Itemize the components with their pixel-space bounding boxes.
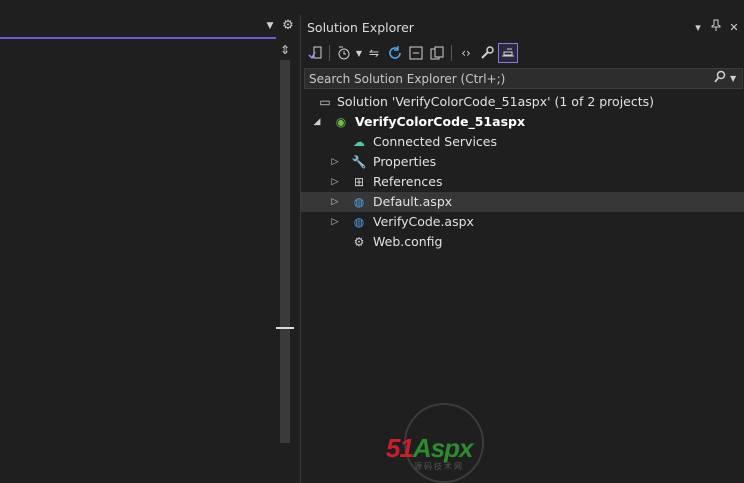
tree-item-label: Connected Services bbox=[373, 134, 497, 149]
search-options-dropdown-icon[interactable]: ▼ bbox=[730, 70, 739, 87]
tree-item-label: Properties bbox=[373, 154, 437, 169]
solution-icon: ▭ bbox=[319, 95, 331, 109]
solution-tree: ▭ Solution 'VerifyColorCode_51aspx' (1 of… bbox=[301, 92, 744, 252]
references-node[interactable]: ▷ ⊞ References bbox=[301, 172, 744, 192]
collapse-all-icon[interactable] bbox=[406, 43, 426, 63]
references-icon: ⊞ bbox=[353, 175, 365, 189]
watermark-text: 51Aspx bbox=[386, 433, 473, 463]
collapsed-arrow-icon[interactable]: ▷ bbox=[329, 152, 341, 172]
tree-item-label: Web.config bbox=[373, 234, 443, 249]
solution-explorer-toolbar: ▼ ⇋ ‹› bbox=[305, 41, 741, 65]
web-config-node[interactable]: ⚙ Web.config bbox=[301, 232, 744, 252]
search-icon[interactable] bbox=[714, 70, 728, 87]
close-icon[interactable]: ✕ bbox=[727, 19, 741, 37]
toolbar-separator bbox=[451, 45, 452, 61]
connected-services-icon: ☁ bbox=[353, 135, 365, 149]
gear-icon[interactable]: ⚙ bbox=[281, 18, 295, 34]
tree-item-label: Default.aspx bbox=[373, 194, 453, 209]
panel-title-buttons: ▾ ✕ bbox=[691, 19, 741, 37]
pending-changes-filter-icon[interactable] bbox=[334, 43, 354, 63]
vertical-scrollbar[interactable] bbox=[280, 60, 290, 443]
panel-title: Solution Explorer bbox=[307, 20, 414, 35]
config-file-icon: ⚙ bbox=[353, 235, 365, 249]
tree-item-label: Solution 'VerifyColorCode_51aspx' (1 of … bbox=[337, 94, 655, 109]
split-editor-icon[interactable]: ⇕ bbox=[278, 42, 292, 58]
search-input[interactable] bbox=[309, 70, 689, 87]
solution-explorer-panel: Solution Explorer ▾ ✕ ▼ ⇋ ‹› Search Solu… bbox=[300, 15, 744, 483]
pin-icon[interactable] bbox=[709, 19, 723, 37]
properties-wrench-icon[interactable] bbox=[477, 43, 497, 63]
expanded-arrow-icon[interactable]: ◢ bbox=[311, 112, 323, 132]
aspx-file-icon: ◍ bbox=[353, 215, 365, 229]
search-box: ▼ bbox=[304, 68, 743, 89]
active-tab-accent-line bbox=[0, 37, 276, 39]
show-all-files-icon[interactable] bbox=[427, 43, 447, 63]
project-node[interactable]: ◢ ◉ VerifyColorCode_51aspx bbox=[301, 112, 744, 132]
tree-item-label: VerifyCode.aspx bbox=[373, 214, 474, 229]
solution-node[interactable]: ▭ Solution 'VerifyColorCode_51aspx' (1 of… bbox=[301, 92, 744, 112]
sync-with-active-document-icon[interactable]: ⇋ bbox=[364, 43, 384, 63]
aspx-file-icon: ◍ bbox=[353, 195, 365, 209]
collapsed-arrow-icon[interactable]: ▷ bbox=[329, 172, 341, 192]
filter-dropdown-icon[interactable]: ▼ bbox=[355, 49, 363, 58]
collapsed-arrow-icon[interactable]: ▷ bbox=[329, 212, 341, 232]
default-aspx-node[interactable]: ▷ ◍ Default.aspx bbox=[301, 192, 744, 212]
tree-item-label: VerifyColorCode_51aspx bbox=[355, 114, 526, 129]
tree-item-label: References bbox=[373, 174, 443, 189]
web-project-icon: ◉ bbox=[335, 115, 347, 129]
connected-services-node[interactable]: ☁ Connected Services bbox=[301, 132, 744, 152]
editor-dropdown-icon[interactable]: ▼ bbox=[264, 20, 276, 32]
window-position-dropdown-icon[interactable]: ▾ bbox=[691, 19, 705, 37]
view-code-icon[interactable]: ‹› bbox=[456, 43, 476, 63]
wrench-icon: 🔧 bbox=[351, 155, 367, 169]
editor-area bbox=[0, 0, 276, 483]
switch-views-icon[interactable] bbox=[305, 43, 325, 63]
scrollbar-position-marker bbox=[276, 327, 294, 329]
toolbar-separator bbox=[329, 45, 330, 61]
watermark-logo: 51Aspx 源码技术网 bbox=[386, 403, 516, 483]
refresh-icon[interactable] bbox=[385, 43, 405, 63]
collapsed-arrow-icon[interactable]: ▷ bbox=[329, 192, 341, 212]
preview-selected-items-icon[interactable] bbox=[498, 43, 518, 63]
watermark-subtitle: 源码技术网 bbox=[414, 462, 464, 471]
properties-node[interactable]: ▷ 🔧 Properties bbox=[301, 152, 744, 172]
verifycode-aspx-node[interactable]: ▷ ◍ VerifyCode.aspx bbox=[301, 212, 744, 232]
